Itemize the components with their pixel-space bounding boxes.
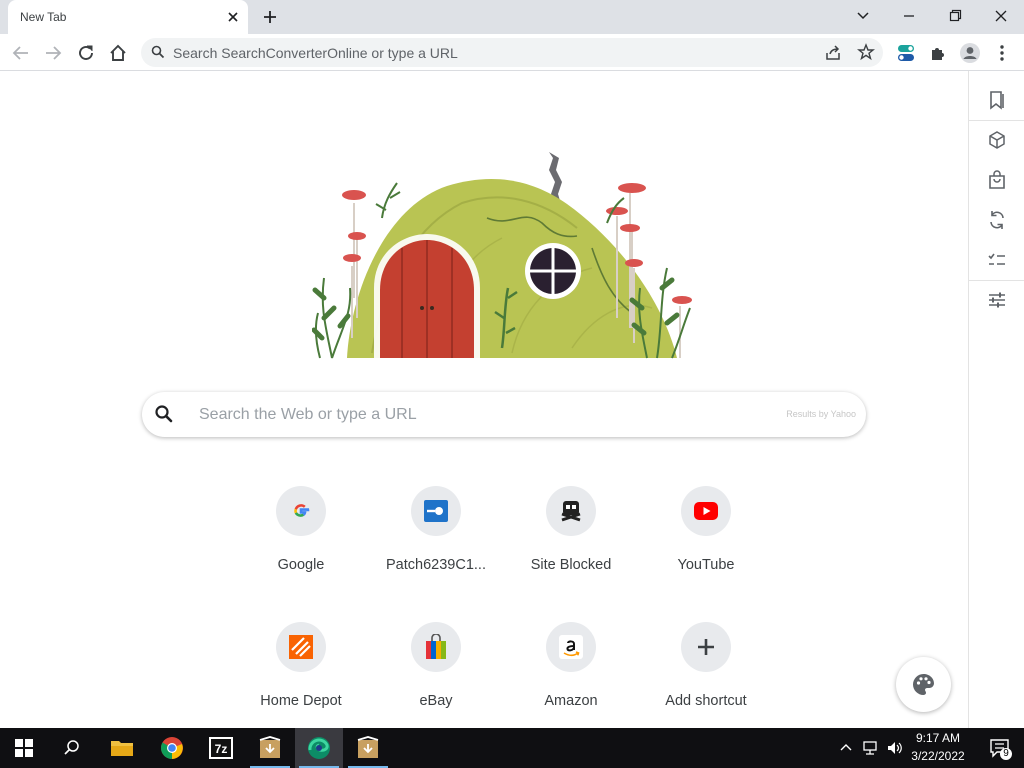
shortcut-label: Amazon	[544, 693, 598, 709]
shortcut-patch[interactable]: Patch6239C1...	[371, 486, 501, 596]
search-placeholder: Search the Web or type a URL	[199, 406, 417, 423]
shortcut-youtube[interactable]: YouTube	[641, 486, 771, 596]
address-bar-placeholder: Search SearchConverterOnline or type a U…	[173, 45, 458, 61]
palette-icon	[913, 674, 934, 695]
taskbar-search-icon[interactable]	[48, 728, 96, 768]
network-icon[interactable]	[859, 728, 883, 768]
windows-taskbar: 7z 9:17 AM 3/22/2022 9	[0, 728, 1024, 768]
shortcut-label: Add shortcut	[665, 693, 747, 709]
installer-box-icon[interactable]	[344, 728, 392, 768]
back-icon[interactable]	[10, 42, 32, 64]
notifications-icon[interactable]: 9	[976, 728, 1024, 768]
taskbar-clock-date[interactable]: 3/22/2022	[908, 749, 968, 763]
forward-icon[interactable]	[42, 42, 64, 64]
refresh-icon[interactable]	[986, 209, 1008, 231]
menu-kebab-icon[interactable]	[991, 42, 1013, 64]
svg-text:7z: 7z	[215, 742, 228, 756]
shortcut-home-depot[interactable]: Home Depot	[236, 622, 366, 732]
share-icon[interactable]	[824, 44, 842, 62]
seven-zip-icon[interactable]: 7z	[197, 728, 245, 768]
search-icon[interactable]	[154, 404, 174, 424]
cube-icon[interactable]	[986, 129, 1008, 151]
volume-icon[interactable]	[883, 728, 907, 768]
bookmark-icon[interactable]	[986, 89, 1008, 111]
shortcut-ebay[interactable]: eBay	[371, 622, 501, 732]
shortcut-label: eBay	[419, 693, 453, 709]
side-panel	[968, 71, 1024, 728]
windows-start-icon[interactable]	[0, 728, 48, 768]
shortcut-site-blocked[interactable]: Site Blocked	[506, 486, 636, 596]
shortcut-label: Patch6239C1...	[386, 557, 486, 573]
reload-icon[interactable]	[75, 42, 97, 64]
shortcut-google[interactable]: Google	[236, 486, 366, 596]
chrome-icon[interactable]	[148, 728, 196, 768]
close-tab-icon[interactable]	[224, 8, 242, 26]
file-explorer-icon[interactable]	[98, 728, 146, 768]
side-panel-divider	[969, 280, 1024, 281]
skull-icon	[546, 486, 596, 536]
profile-avatar-icon[interactable]	[959, 42, 981, 64]
ebay-icon	[411, 622, 461, 672]
notification-count: 9	[1003, 748, 1009, 759]
shopping-bag-icon[interactable]	[986, 169, 1008, 191]
shortcut-label: YouTube	[677, 557, 735, 573]
patch-icon	[411, 486, 461, 536]
taskbar-clock-time[interactable]: 9:17 AM	[908, 731, 968, 745]
tab-new-tab[interactable]: New Tab	[8, 0, 248, 34]
minimize-icon[interactable]	[896, 5, 922, 27]
address-bar[interactable]: Search SearchConverterOnline or type a U…	[141, 38, 883, 67]
hobbit-house-illustration	[312, 148, 696, 362]
add-shortcut-button[interactable]: Add shortcut	[641, 622, 771, 732]
amazon-icon	[546, 622, 596, 672]
home-icon[interactable]	[107, 42, 129, 64]
browser-toolbar: Search SearchConverterOnline or type a U…	[0, 34, 1024, 71]
edge-browser-icon[interactable]	[295, 728, 343, 768]
search-icon	[151, 45, 165, 59]
tab-title: New Tab	[20, 10, 67, 24]
home-depot-icon	[276, 622, 326, 672]
tray-chevron-up-icon[interactable]	[836, 728, 856, 768]
installer-box-icon[interactable]	[246, 728, 294, 768]
checklist-icon[interactable]	[986, 249, 1008, 271]
google-icon	[276, 486, 326, 536]
shortcut-label: Home Depot	[260, 693, 342, 709]
side-panel-divider	[969, 120, 1024, 121]
new-tab-button[interactable]	[258, 6, 282, 28]
tab-strip: New Tab	[0, 0, 1024, 34]
shortcut-label: Site Blocked	[530, 557, 612, 573]
extensions-puzzle-icon[interactable]	[927, 42, 949, 64]
sliders-icon[interactable]	[986, 289, 1008, 311]
search-provider-credit[interactable]: Results by Yahoo	[786, 409, 856, 419]
shortcut-label: Google	[277, 557, 325, 573]
plus-icon	[681, 622, 731, 672]
close-window-icon[interactable]	[988, 5, 1014, 27]
extension-toggle-icon[interactable]	[895, 42, 917, 64]
restore-icon[interactable]	[942, 5, 968, 27]
youtube-icon	[681, 486, 731, 536]
tab-search-chevron-icon[interactable]	[850, 5, 876, 27]
web-search-box[interactable]: Search the Web or type a URL Results by …	[142, 392, 866, 437]
customize-palette-button[interactable]	[896, 657, 951, 712]
bookmark-star-icon[interactable]	[857, 43, 875, 61]
shortcut-amazon[interactable]: Amazon	[506, 622, 636, 732]
